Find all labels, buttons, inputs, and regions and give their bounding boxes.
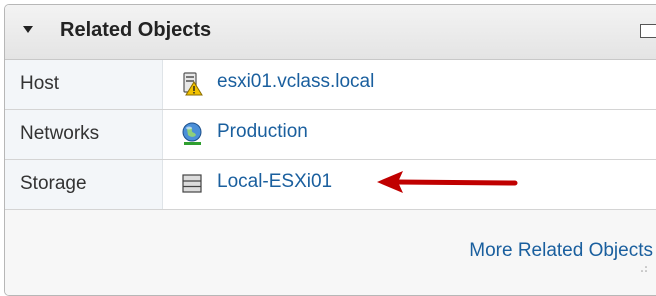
networks-value: Production	[164, 110, 656, 159]
resize-grip-icon[interactable]	[640, 265, 648, 273]
more-related-objects-link[interactable]: More Related Objects	[469, 240, 653, 262]
storage-link[interactable]: Local-ESXi01	[217, 171, 332, 193]
networks-label: Networks	[5, 110, 163, 159]
host-warning-icon	[183, 72, 203, 96]
host-label: Host	[5, 60, 163, 109]
network-globe-icon	[182, 122, 202, 145]
storage-row: Storage Local-ESXi01	[5, 160, 656, 210]
host-value: esxi01.vclass.local	[164, 60, 656, 109]
networks-link[interactable]: Production	[217, 121, 308, 143]
networks-row: Networks Production	[5, 110, 656, 160]
host-row: Host esxi01.vclass.local	[5, 60, 656, 110]
datastore-icon	[182, 174, 202, 193]
collapse-triangle-icon[interactable]	[23, 26, 33, 33]
related-objects-panel: Related Objects Host esxi01.vclass.local…	[4, 4, 656, 296]
maximize-icon[interactable]	[640, 24, 656, 38]
panel-title: Related Objects	[60, 19, 212, 41]
red-arrow-annotation	[377, 171, 518, 193]
panel-footer: More Related Objects	[5, 210, 656, 295]
panel-header: Related Objects	[5, 5, 656, 60]
host-link[interactable]: esxi01.vclass.local	[217, 71, 374, 93]
storage-label: Storage	[5, 160, 163, 209]
